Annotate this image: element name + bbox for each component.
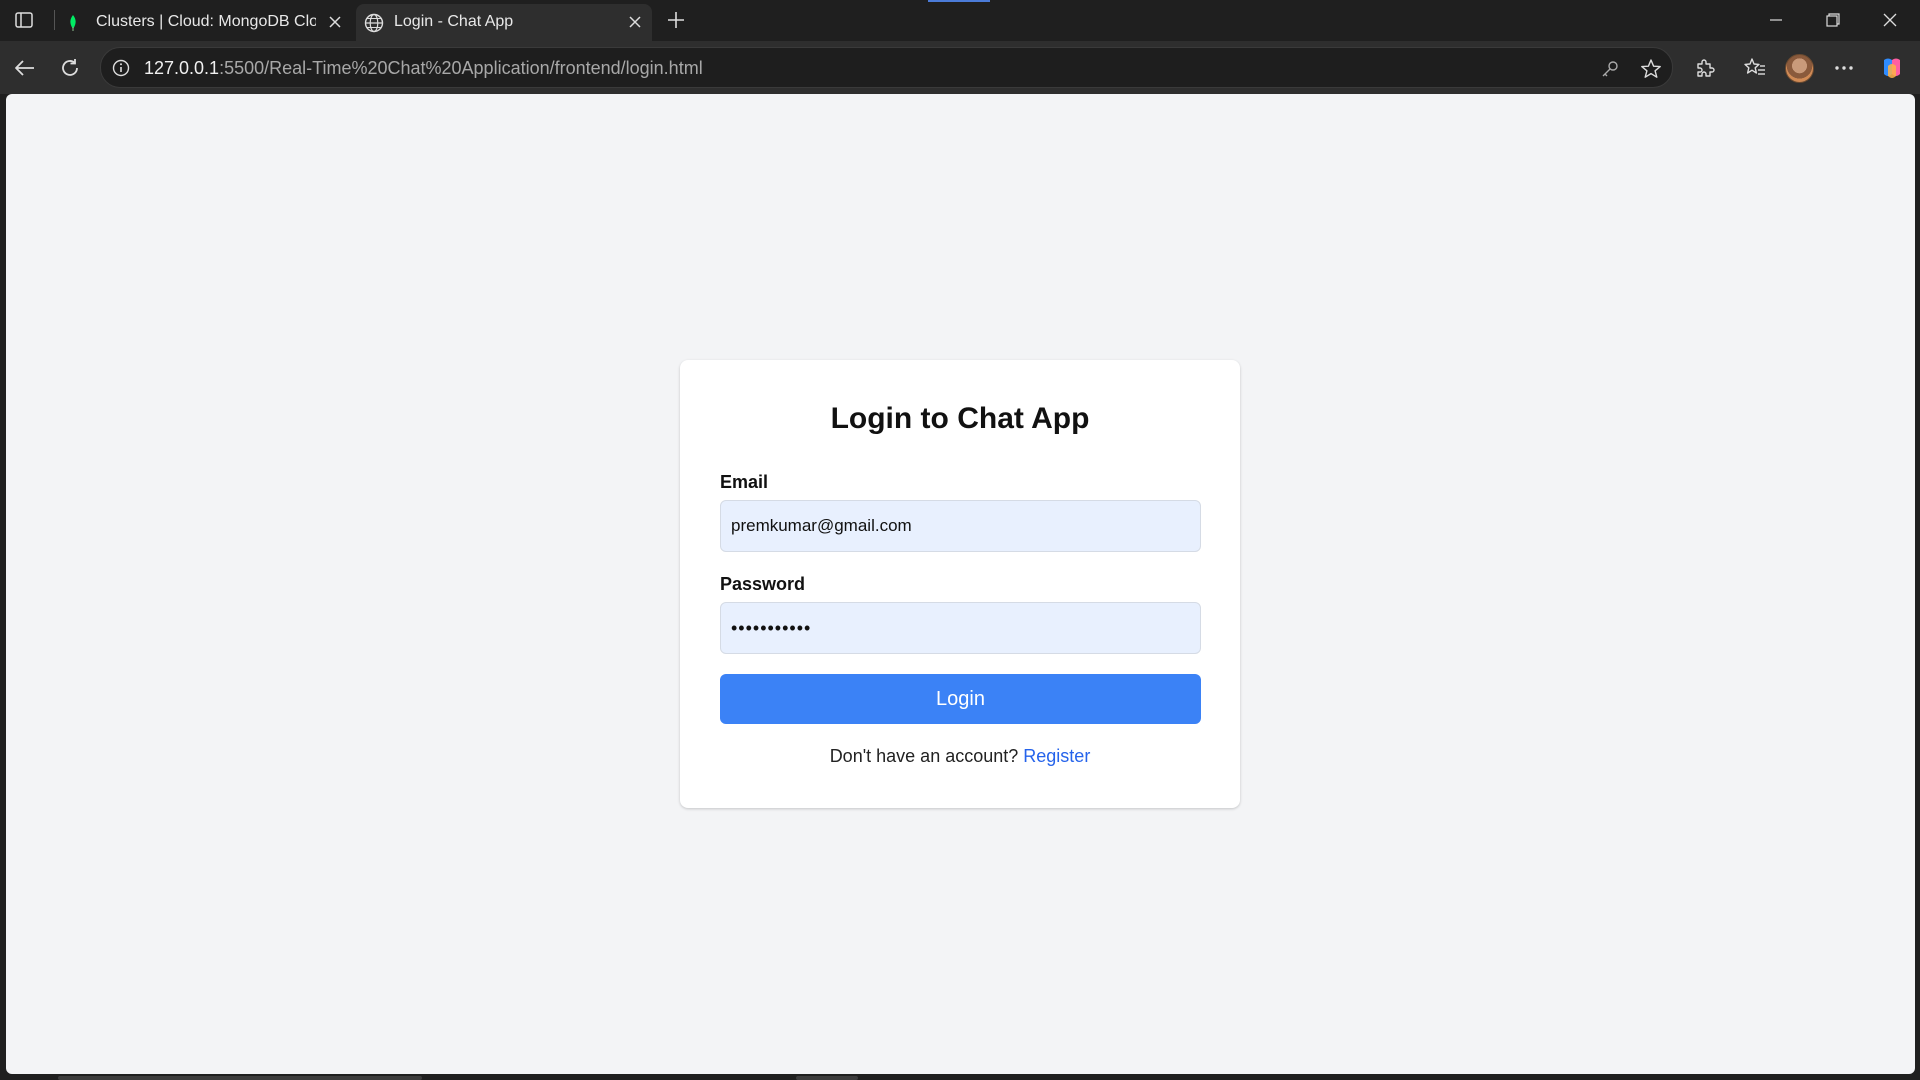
scrollbar-track — [58, 1076, 422, 1080]
password-field[interactable] — [720, 602, 1201, 654]
password-key-icon[interactable] — [1598, 57, 1622, 81]
favorite-star-icon[interactable] — [1638, 56, 1664, 82]
globe-icon — [364, 13, 384, 38]
extensions-puzzle-icon[interactable] — [1690, 53, 1720, 83]
login-button[interactable]: Login — [720, 674, 1201, 724]
tab-actions-icon[interactable] — [8, 6, 40, 34]
more-options-icon[interactable] — [1829, 53, 1859, 83]
email-field[interactable] — [720, 500, 1201, 552]
mongodb-leaf-icon — [68, 15, 78, 36]
new-tab-plus-icon[interactable] — [662, 7, 690, 33]
window-close-icon[interactable] — [1868, 6, 1912, 34]
tab-title: Login - Chat App — [394, 13, 514, 30]
back-arrow-icon[interactable] — [10, 53, 40, 83]
close-icon[interactable] — [626, 13, 644, 31]
drag-indicator — [928, 0, 990, 2]
tab-title: Clusters | Cloud: MongoDB Cloud — [96, 13, 316, 30]
reload-icon[interactable] — [55, 53, 85, 83]
page-title: Login to Chat App — [830, 402, 1090, 435]
browser-toolbar: 127.0.0.1:5500/Real-Time%20Chat%20Applic… — [0, 41, 1920, 94]
close-icon[interactable] — [326, 13, 344, 31]
register-link[interactable]: Register — [1023, 746, 1090, 766]
profile-avatar[interactable] — [1785, 54, 1814, 83]
site-info-icon[interactable] — [111, 58, 131, 78]
address-bar[interactable]: 127.0.0.1:5500/Real-Time%20Chat%20Applic… — [100, 47, 1673, 88]
url-text[interactable]: 127.0.0.1:5500/Real-Time%20Chat%20Applic… — [144, 58, 703, 79]
register-row: Don't have an account? Register — [680, 746, 1240, 767]
favorites-list-icon[interactable] — [1740, 53, 1770, 83]
login-card: Login to Chat App Email Password Login D… — [680, 360, 1240, 808]
restore-icon[interactable] — [1811, 6, 1855, 34]
scrollbar-thumb[interactable] — [796, 1076, 858, 1080]
tab-chat-app[interactable]: Login - Chat App — [356, 4, 652, 41]
tab-mongodb[interactable]: Clusters | Cloud: MongoDB Cloud — [60, 4, 352, 41]
minimize-icon[interactable] — [1754, 6, 1798, 34]
password-label: Password — [720, 574, 806, 594]
register-prompt: Don't have an account? — [829, 746, 1019, 766]
copilot-icon[interactable] — [1877, 53, 1907, 83]
tab-strip: Clusters | Cloud: MongoDB Cloud Login - … — [0, 0, 1920, 41]
tab-separator — [54, 10, 55, 30]
page-viewport: Login to Chat App Email Password Login D… — [6, 94, 1915, 1074]
email-label: Email — [720, 472, 769, 492]
